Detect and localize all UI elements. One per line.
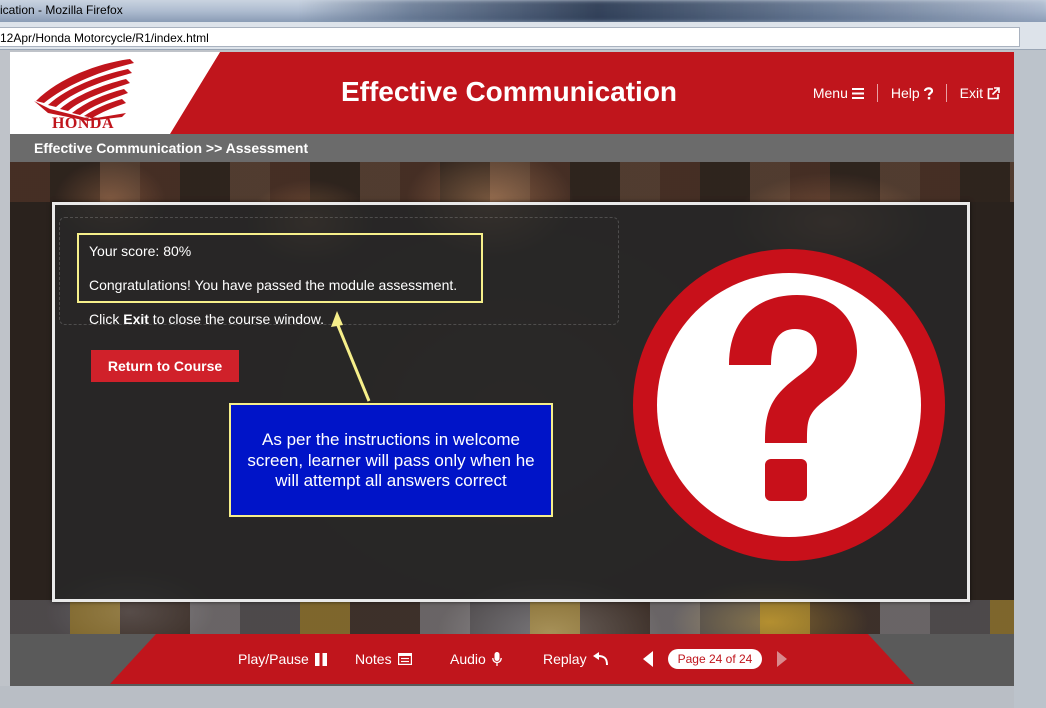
notes-label: Notes bbox=[355, 651, 392, 667]
background-photo-top bbox=[10, 162, 1014, 202]
return-to-course-button[interactable]: Return to Course bbox=[91, 350, 239, 382]
browser-title-bar: ication - Mozilla Firefox bbox=[0, 0, 1046, 22]
hamburger-icon bbox=[851, 87, 864, 99]
congratulations-text: Congratulations! You have passed the mod… bbox=[89, 277, 458, 293]
replay-icon bbox=[592, 652, 608, 666]
replay-label: Replay bbox=[543, 651, 587, 667]
menu-label: Menu bbox=[812, 85, 848, 101]
background-photo-bottom bbox=[10, 600, 1014, 634]
honda-wing-icon bbox=[34, 59, 134, 121]
course-header: HONDA Effective Communication Menu Help … bbox=[10, 52, 1014, 134]
instruction-prefix: Click bbox=[89, 311, 124, 327]
footer-controls: Play/Pause Notes Audio Replay Page 24 of… bbox=[110, 634, 914, 684]
honda-wordmark: HONDA bbox=[51, 115, 115, 132]
exit-button[interactable]: Exit bbox=[947, 85, 1000, 101]
breadcrumb: Effective Communication >> Assessment bbox=[34, 140, 309, 156]
play-pause-button[interactable]: Play/Pause bbox=[238, 651, 327, 667]
menu-button[interactable]: Menu bbox=[813, 85, 877, 101]
replay-button[interactable]: Replay bbox=[543, 651, 608, 667]
exit-instruction: Click Exit to close the course window. bbox=[89, 311, 324, 327]
help-label: Help bbox=[890, 85, 920, 101]
previous-page-icon[interactable] bbox=[642, 651, 654, 667]
question-mark-icon bbox=[633, 249, 945, 561]
pause-icon bbox=[314, 652, 327, 666]
help-question-icon bbox=[923, 86, 933, 99]
browser-gutter bbox=[1014, 50, 1046, 708]
browser-bottom-strip bbox=[0, 686, 1014, 708]
audio-button[interactable]: Audio bbox=[450, 651, 502, 667]
annotation-callout: As per the instructions in welcome scree… bbox=[229, 403, 553, 517]
score-text: Your score: 80% bbox=[89, 243, 192, 259]
url-text: 12Apr/Honda Motorcycle/R1/index.html bbox=[0, 31, 209, 45]
stage-background: Your score: 80% Congratulations! You hav… bbox=[10, 162, 1014, 634]
instruction-suffix: to close the course window. bbox=[148, 311, 325, 327]
help-button[interactable]: Help bbox=[878, 85, 946, 101]
browser-url-bar: 12Apr/Honda Motorcycle/R1/index.html bbox=[0, 22, 1046, 50]
play-pause-label: Play/Pause bbox=[238, 651, 309, 667]
microphone-icon bbox=[491, 652, 502, 666]
page-indicator: Page 24 of 24 bbox=[668, 649, 762, 669]
assessment-result-card: Your score: 80% Congratulations! You hav… bbox=[52, 202, 970, 602]
top-navigation: Menu Help Exit bbox=[813, 84, 1000, 102]
exit-label: Exit bbox=[959, 85, 983, 101]
notes-icon bbox=[397, 653, 412, 665]
logo-panel: HONDA bbox=[10, 52, 220, 134]
audio-label: Audio bbox=[450, 651, 486, 667]
breadcrumb-bar: Effective Communication >> Assessment bbox=[10, 134, 1014, 162]
callout-arrow-icon bbox=[331, 311, 371, 402]
instruction-exit-word: Exit bbox=[123, 311, 149, 327]
title-bar-blur bbox=[300, 0, 1046, 22]
next-page-icon[interactable] bbox=[776, 651, 788, 667]
course-title: Effective Communication bbox=[340, 76, 678, 107]
url-field[interactable]: 12Apr/Honda Motorcycle/R1/index.html bbox=[0, 27, 1020, 47]
course-frame: HONDA Effective Communication Menu Help … bbox=[10, 52, 1014, 686]
window-title: ication - Mozilla Firefox bbox=[0, 3, 123, 17]
notes-button[interactable]: Notes bbox=[355, 651, 412, 667]
external-link-icon bbox=[987, 86, 1000, 99]
